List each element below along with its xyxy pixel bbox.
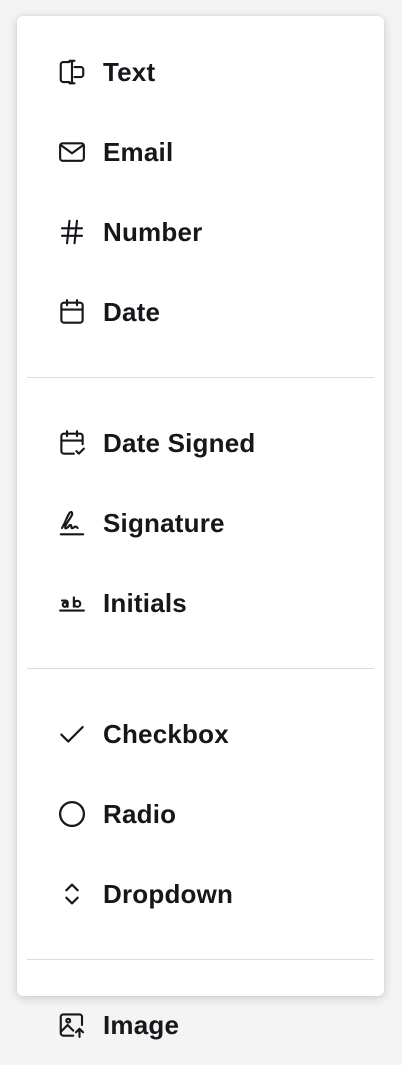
menu-item-label: Number [103, 216, 203, 247]
menu-item-label: Email [103, 136, 174, 167]
menu-item-label: Date Signed [103, 427, 256, 458]
menu-item-label: Date [103, 296, 161, 327]
menu-group-signing: Date Signed Signature Initials [17, 403, 384, 643]
mail-icon [57, 137, 87, 167]
menu-item-label: Dropdown [103, 878, 234, 909]
check-icon [57, 719, 87, 749]
menu-item-date-signed[interactable]: Date Signed [17, 403, 384, 483]
signature-icon [57, 508, 87, 538]
menu-group-basic: Text Email Number Date [17, 32, 384, 352]
menu-item-text[interactable]: Text [17, 32, 384, 112]
menu-item-label: Initials [103, 587, 187, 618]
menu-divider [27, 668, 374, 669]
menu-divider [27, 377, 374, 378]
calendar-icon [57, 297, 87, 327]
menu-item-label: Signature [103, 507, 225, 538]
menu-item-email[interactable]: Email [17, 112, 384, 192]
chevrons-up-down-icon [57, 879, 87, 909]
menu-item-initials[interactable]: Initials [17, 563, 384, 643]
menu-item-image[interactable]: Image [17, 985, 384, 1065]
calendar-check-icon [57, 428, 87, 458]
menu-item-label: Image [103, 1009, 180, 1040]
hash-icon [57, 217, 87, 247]
image-upload-icon [57, 1010, 87, 1040]
menu-item-signature[interactable]: Signature [17, 483, 384, 563]
menu-item-label: Radio [103, 798, 177, 829]
menu-item-date[interactable]: Date [17, 272, 384, 352]
menu-group-media: Image [17, 985, 384, 1065]
text-cursor-icon [57, 57, 87, 87]
menu-item-radio[interactable]: Radio [17, 774, 384, 854]
circle-icon [57, 799, 87, 829]
menu-item-label: Text [103, 56, 156, 87]
field-type-menu: Text Email Number Date Date Signed Signa… [17, 16, 384, 1040]
menu-item-label: Checkbox [103, 718, 229, 749]
menu-item-checkbox[interactable]: Checkbox [17, 694, 384, 774]
initials-icon [57, 588, 87, 618]
menu-item-number[interactable]: Number [17, 192, 384, 272]
menu-item-dropdown[interactable]: Dropdown [17, 854, 384, 934]
menu-divider [27, 959, 374, 960]
menu-group-choices: Checkbox Radio Dropdown [17, 694, 384, 934]
